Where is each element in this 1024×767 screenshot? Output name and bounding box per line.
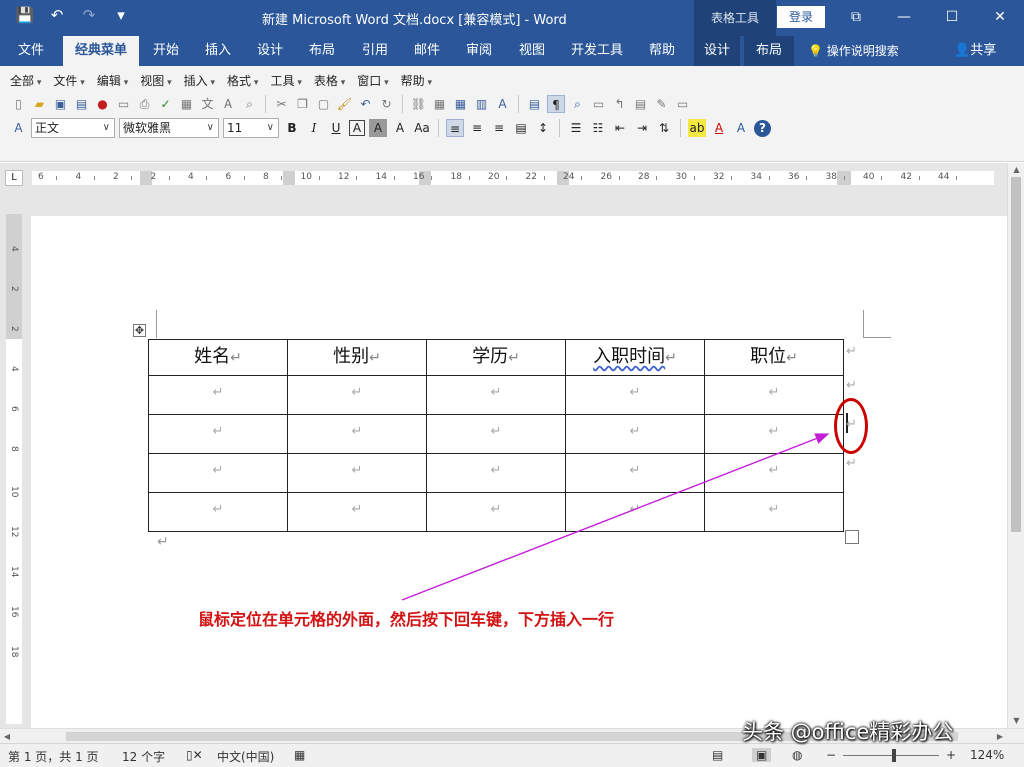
web-layout-icon[interactable]: ◍ xyxy=(792,748,802,762)
page-count[interactable]: 第 1 页，共 1 页 xyxy=(8,748,99,765)
annotation-arrow xyxy=(401,433,830,601)
vertical-scrollbar[interactable]: ▲ ▼ xyxy=(1007,163,1024,728)
zoom-level[interactable]: 124% xyxy=(970,748,1004,762)
proofing-icon[interactable]: ▯✕ xyxy=(186,748,203,762)
scroll-up-icon[interactable]: ▲ xyxy=(1008,163,1024,177)
zoom-out-icon[interactable]: − xyxy=(826,748,836,762)
end-of-row-mark: ↵ xyxy=(846,417,857,432)
end-of-row-mark: ↵ xyxy=(846,344,857,359)
read-mode-icon[interactable]: ▤ xyxy=(712,748,723,762)
zoom-slider[interactable] xyxy=(843,755,939,756)
annotation-text: 鼠标定位在单元格的外面，然后按下回车键，下方插入一行 xyxy=(198,610,615,629)
word-count[interactable]: 12 个字 xyxy=(122,748,165,765)
scroll-thumb[interactable] xyxy=(1011,177,1021,532)
zoom-in-icon[interactable]: + xyxy=(946,748,956,762)
scroll-right-icon[interactable]: ▶ xyxy=(993,729,1007,744)
language-indicator[interactable]: 中文(中国) xyxy=(217,748,274,765)
print-layout-icon[interactable]: ▣ xyxy=(752,748,772,762)
macro-record-icon[interactable]: ▦ xyxy=(294,748,305,762)
watermark-text: 头条 @office精彩办公 xyxy=(742,720,954,744)
zoom-slider-knob[interactable] xyxy=(892,749,896,762)
status-bar: 第 1 页，共 1 页 12 个字 ▯✕ 中文(中国) ▦ ▤ ▣ ◍ − + … xyxy=(0,743,1024,767)
end-of-row-mark: ↵ xyxy=(846,378,857,393)
scroll-left-icon[interactable]: ◀ xyxy=(0,729,14,744)
scroll-down-icon[interactable]: ▼ xyxy=(1008,714,1024,728)
end-of-row-mark: ↵ xyxy=(846,456,857,471)
